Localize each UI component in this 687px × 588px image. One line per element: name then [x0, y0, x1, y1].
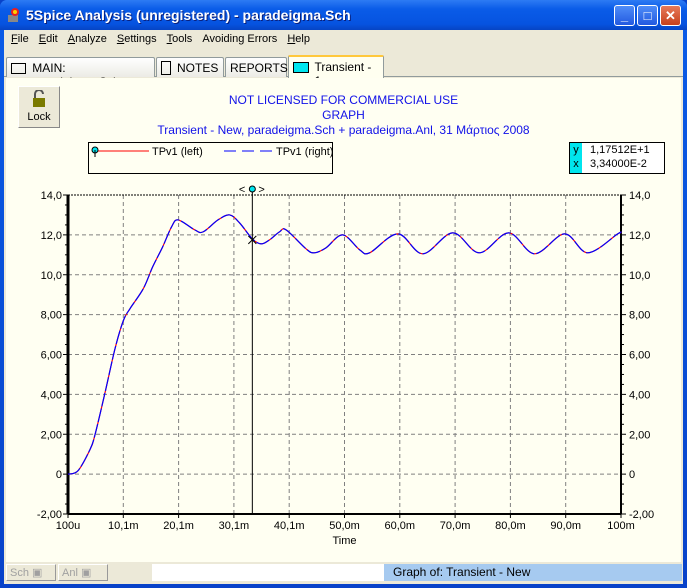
- license-notice: NOT LICENSED FOR COMMERCIAL USE: [228, 93, 459, 107]
- app-flame-icon: [8, 8, 19, 22]
- tab-label: NOTES: [177, 61, 219, 75]
- status-field: [152, 564, 384, 581]
- menu-help[interactable]: Help: [282, 30, 315, 49]
- graph-icon: [293, 62, 309, 73]
- menu-avoiding-errors[interactable]: Avoiding Errors: [197, 30, 282, 49]
- x-key: x: [573, 158, 579, 170]
- menu-edit[interactable]: Edit: [34, 30, 63, 49]
- graph-heading: GRAPH: [322, 108, 365, 122]
- schematic-icon: [11, 63, 27, 74]
- graph-of-status: Graph of: Transient - New: [384, 564, 682, 581]
- save-anl-button[interactable]: Anl ▣: [58, 564, 108, 581]
- floppy-icon: ▣: [80, 567, 92, 579]
- legend: TPv1 (left) TPv1 (right): [88, 142, 333, 174]
- app-window: 5Spice Analysis (unregistered) - paradei…: [0, 0, 687, 588]
- cursor-x-value: 3,34000E-2: [590, 158, 647, 170]
- floppy-icon: ▣: [32, 567, 43, 579]
- menu-file[interactable]: File: [6, 30, 34, 49]
- status-bar: Sch ▣ Anl ▣ Graph of: Transient - New: [4, 562, 683, 582]
- minimize-button[interactable]: _: [614, 5, 635, 26]
- notepad-icon: [161, 61, 171, 75]
- cursor-y-value: 1,17512E+1: [590, 144, 650, 156]
- y-key: y: [573, 144, 579, 156]
- close-button[interactable]: ✕: [660, 5, 681, 26]
- tab-notes[interactable]: NOTES: [156, 57, 224, 77]
- menu-settings[interactable]: Settings: [112, 30, 162, 49]
- anl-label: Anl: [62, 567, 78, 579]
- tab-label: REPORTS: [230, 61, 288, 75]
- tab-main[interactable]: MAIN: paradeigma.Sch: [6, 57, 155, 89]
- window-title: 5Spice Analysis (unregistered) - paradei…: [26, 7, 351, 23]
- tab-strip: MAIN: paradeigma.Sch NOTES REPORTS Trans…: [4, 55, 683, 89]
- menu-tools[interactable]: Tools: [162, 30, 198, 49]
- menu-analyze[interactable]: Analyze: [63, 30, 112, 49]
- sch-label: Sch: [10, 567, 29, 579]
- legend-label-right: TPv1 (right): [276, 146, 332, 158]
- tab-transient-1[interactable]: Transient - 1: [288, 55, 384, 88]
- maximize-button[interactable]: □: [637, 5, 658, 26]
- title-bar: 5Spice Analysis (unregistered) - paradei…: [0, 0, 687, 30]
- graph-panel: Lock NOT LICENSED FOR COMMERCIAL USE GRA…: [6, 78, 681, 562]
- save-sch-button[interactable]: Sch ▣: [6, 564, 56, 581]
- tab-reports[interactable]: REPORTS: [225, 57, 288, 77]
- cursor-readout: yx 1,17512E+1 3,34000E-2: [569, 142, 665, 174]
- menu-bar: File Edit Analyze Settings Tools Avoidin…: [4, 30, 683, 49]
- graph-subtitle: Transient - New, paradeigma.Sch + parade…: [157, 123, 530, 137]
- legend-label-left: TPv1 (left): [152, 146, 203, 158]
